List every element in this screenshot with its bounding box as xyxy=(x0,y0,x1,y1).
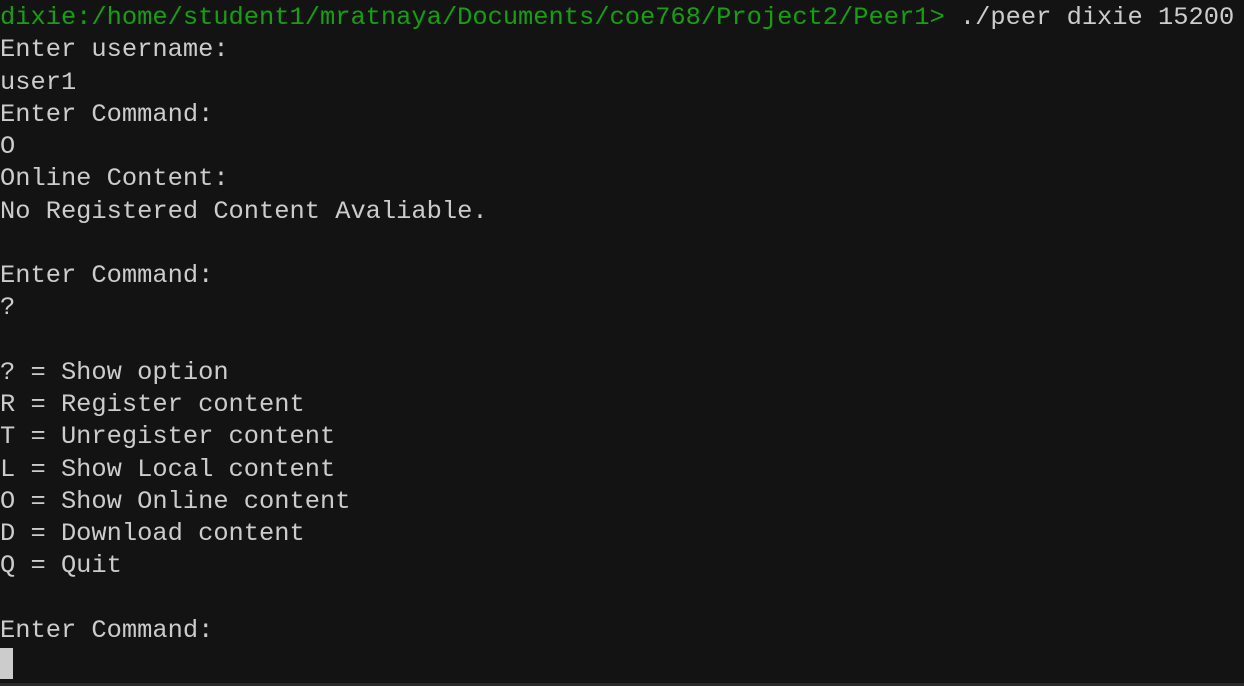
output-line: user1 xyxy=(0,67,77,97)
output-line: O xyxy=(0,132,16,161)
output-line: Enter Command: xyxy=(0,99,214,129)
output-line: ? xyxy=(0,293,16,323)
shell-command: ./peer dixie 15200 xyxy=(944,3,1235,32)
text-cursor[interactable] xyxy=(0,648,13,679)
output-line: Online Content: xyxy=(0,164,229,194)
menu-option: T = Unregister content xyxy=(0,422,336,452)
menu-option: ? = Show option xyxy=(0,357,229,387)
output-line: Enter Command: xyxy=(0,615,214,645)
terminal-window[interactable]: dixie:/home/student1/mratnaya/Documents/… xyxy=(0,2,1244,679)
output-line: Enter username: xyxy=(0,35,229,65)
prompt-line: dixie:/home/student1/mratnaya/Documents/… xyxy=(0,2,1244,34)
menu-option: R = Register content xyxy=(0,390,305,419)
output-line: No Registered Content Avaliable. xyxy=(0,196,488,226)
input-line[interactable] xyxy=(0,647,1244,679)
output-line: Enter Command: xyxy=(0,261,214,290)
menu-option: D = Download content xyxy=(0,519,305,548)
menu-option: Q = Quit xyxy=(0,551,122,581)
shell-prompt: dixie:/home/student1/mratnaya/Documents/… xyxy=(0,3,945,32)
menu-option: O = Show Online content xyxy=(0,486,351,516)
menu-option: L = Show Local content xyxy=(0,454,336,484)
